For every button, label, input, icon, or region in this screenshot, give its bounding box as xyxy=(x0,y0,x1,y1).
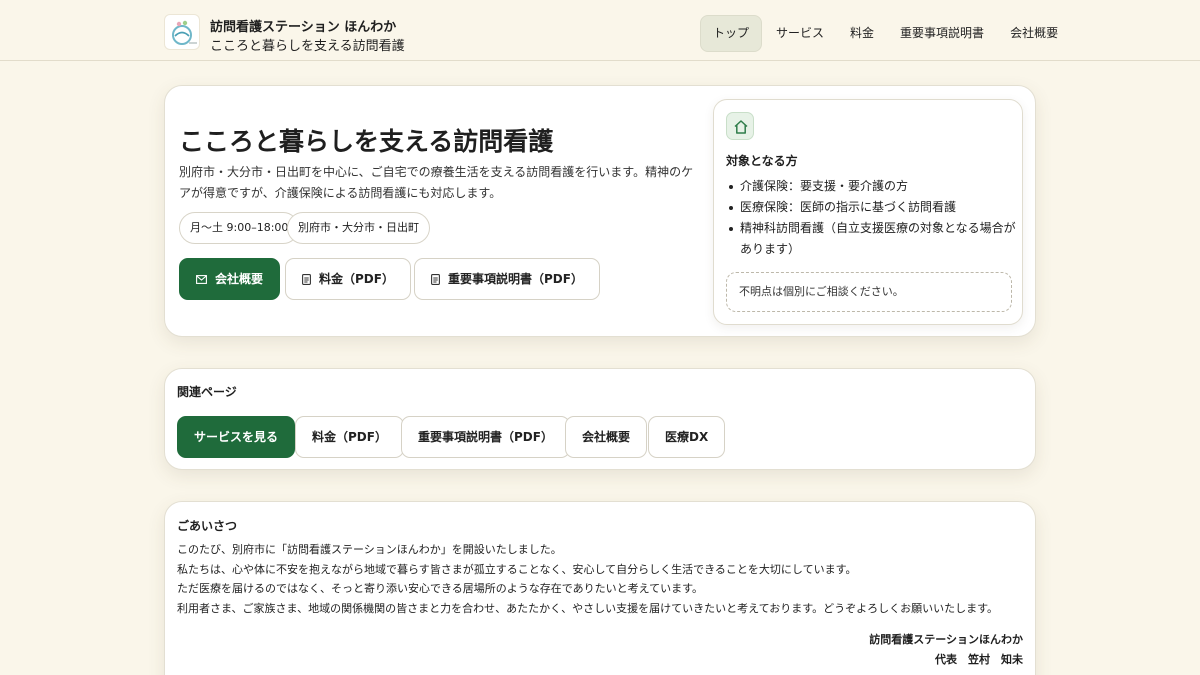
brand-tagline: こころと暮らしを支える訪問看護 xyxy=(210,39,405,54)
company-link-button[interactable]: 会社概要 xyxy=(565,416,648,458)
consult-note: 不明点は個別にご相談ください。 xyxy=(726,272,1012,312)
greeting-title: ごあいさつ xyxy=(177,519,238,533)
price-pdf-link-button[interactable]: 料金（PDF） xyxy=(295,416,404,458)
document-icon xyxy=(302,259,311,299)
related-pages-card: 関連ページ サービスを見る 料金（PDF） 重要事項説明書（PDF） 会社概要 … xyxy=(164,368,1036,470)
area-badge: 別府市・大分市・日出町 xyxy=(287,212,430,244)
important-pdf-button[interactable]: 重要事項説明書（PDF） xyxy=(414,258,600,300)
greeting-line: このたび、別府市に「訪問看護ステーションほんわか」を開設いたしました。 xyxy=(177,543,562,556)
home-icon xyxy=(726,112,754,140)
list-item: 介護保険：要支援・要介護の方 xyxy=(726,176,1016,197)
related-title: 関連ページ xyxy=(177,385,237,399)
target-list: 介護保険：要支援・要介護の方 医療保険：医師の指示に基づく訪問看護 精神科訪問看… xyxy=(726,176,1016,260)
brand-name[interactable]: 訪問看護ステーション ほんわか xyxy=(210,16,396,35)
greeting-line: ただ医療を届けるのではなく、そっと寄り添い安心できる居場所のような存在でありたい… xyxy=(177,582,704,595)
document-icon xyxy=(431,259,440,299)
medical-dx-button[interactable]: 医療DX xyxy=(648,416,726,458)
hero-description: 別府市・大分市・日出町を中心に、ご自宅での療養生活を支える訪問看護を行います。精… xyxy=(179,165,694,200)
nav-item-price[interactable]: 料金 xyxy=(838,15,886,52)
nav-item-top[interactable]: トップ xyxy=(700,15,763,52)
nav-item-company[interactable]: 会社概要 xyxy=(998,15,1070,52)
target-title: 対象となる方 xyxy=(726,154,798,168)
list-item: 精神科訪問看護（自立支援医療の対象となる場合があります） xyxy=(726,218,1016,260)
nav-item-service[interactable]: サービス xyxy=(764,15,836,52)
important-pdf-link-button[interactable]: 重要事項説明書（PDF） xyxy=(401,416,570,458)
company-button-label: 会社概要 xyxy=(215,272,264,286)
company-button[interactable]: 会社概要 xyxy=(179,258,281,300)
greeting-body: このたび、別府市に「訪問看護ステーションほんわか」を開設いたしました。 私たちは… xyxy=(177,540,1017,618)
nav-item-important[interactable]: 重要事項説明書 xyxy=(888,15,996,52)
hours-badge: 月〜土 9:00–18:00 xyxy=(179,212,300,244)
services-button[interactable]: サービスを見る xyxy=(177,416,296,458)
hero-title: こころと暮らしを支える訪問看護 xyxy=(179,127,554,156)
hero-card: こころと暮らしを支える訪問看護 別府市・大分市・日出町を中心に、ご自宅での療養生… xyxy=(164,85,1036,337)
site-header: 訪問看護ステーション ほんわか こころと暮らしを支える訪問看護 トップ サービス… xyxy=(0,0,1200,61)
greeting-card: ごあいさつ このたび、別府市に「訪問看護ステーションほんわか」を開設いたしました… xyxy=(164,501,1036,675)
signature-org: 訪問看護ステーションほんわか xyxy=(869,633,1023,646)
important-pdf-button-label: 重要事項説明書（PDF） xyxy=(448,272,583,286)
price-pdf-button-label: 料金（PDF） xyxy=(319,272,394,286)
signature-name: 代表 笠村 知未 xyxy=(935,653,1023,666)
logo-icon[interactable] xyxy=(164,14,200,50)
price-pdf-button[interactable]: 料金（PDF） xyxy=(285,258,411,300)
mail-icon xyxy=(196,259,207,299)
target-panel: 対象となる方 介護保険：要支援・要介護の方 医療保険：医師の指示に基づく訪問看護… xyxy=(713,99,1023,325)
list-item: 医療保険：医師の指示に基づく訪問看護 xyxy=(726,197,1016,218)
greeting-line: 私たちは、心や体に不安を抱えながら地域で暮らす皆さまが孤立することなく、安心して… xyxy=(177,562,857,576)
greeting-line: 利用者さま、ご家族さま、地域の関係機関の皆さまと力を合わせ、あたたかく、やさしい… xyxy=(177,601,999,615)
main-nav: トップ サービス 料金 重要事項説明書 会社概要 xyxy=(700,15,1072,52)
